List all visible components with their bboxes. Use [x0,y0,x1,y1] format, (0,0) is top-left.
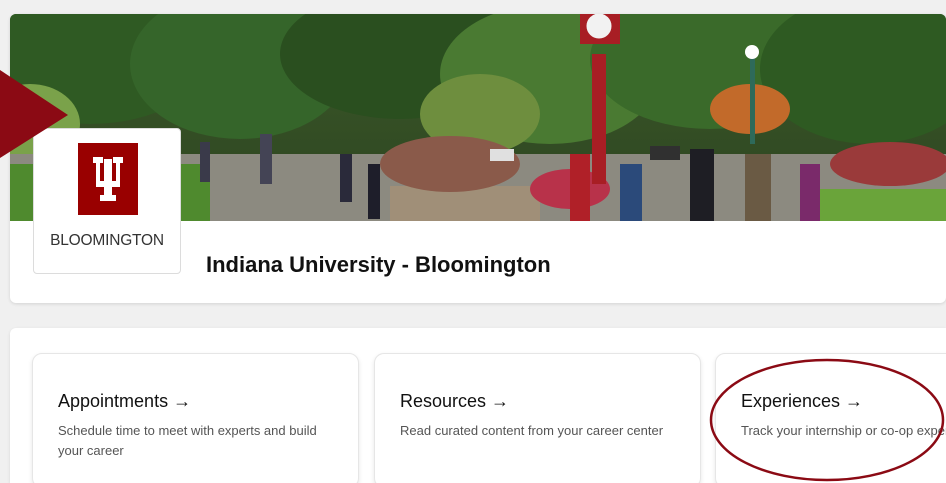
iu-trident-icon [78,143,138,215]
card-description: Schedule time to meet with experts and b… [58,423,317,458]
annotation-circle-icon [709,358,945,482]
logo-wordmark: BLOOMINGTON [50,232,164,249]
card-title[interactable]: Appointments → [58,391,191,412]
institution-name: Indiana University - Bloomington [206,252,551,277]
annotation-arrow-icon [0,70,68,158]
institution-profile-card: BLOOMINGTON Indiana University - Bloomin… [10,14,946,303]
card-title[interactable]: Resources → [400,391,509,412]
card-description: Read curated content from your career ce… [400,423,664,438]
resources-card[interactable]: Resources → Read curated content from yo… [374,353,701,483]
appointments-card[interactable]: Appointments → Schedule time to meet wit… [32,353,359,483]
